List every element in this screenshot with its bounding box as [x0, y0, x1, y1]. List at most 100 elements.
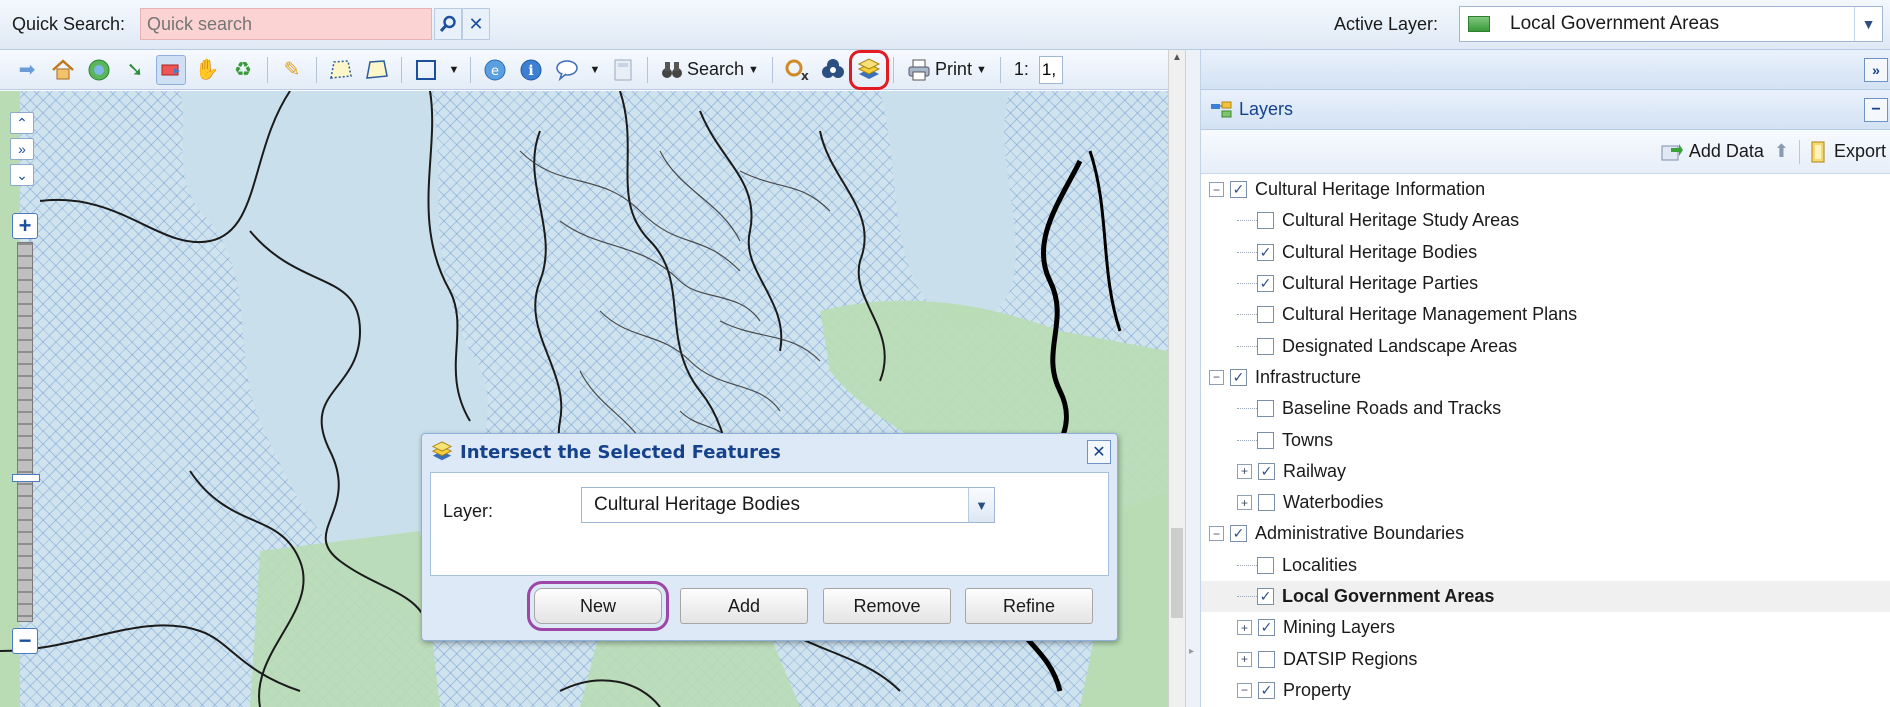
collapse-node-icon[interactable]: − [1209, 369, 1224, 385]
layer-tree-row[interactable]: − ✓ Cultural Heritage Information [1201, 174, 1890, 205]
new-button[interactable]: New [527, 581, 669, 631]
expand-node-icon[interactable]: + [1237, 495, 1252, 511]
layer-tree-row[interactable]: Localities [1201, 550, 1890, 581]
pan-up-icon[interactable]: ⌃ [10, 112, 34, 134]
splitter-grip-icon[interactable]: ▸ [1189, 646, 1194, 657]
pan-down-icon[interactable]: ⌄ [10, 164, 34, 186]
add-data-button[interactable]: Add Data [1661, 141, 1764, 162]
chevron-down-icon[interactable]: ▼ [588, 55, 602, 85]
export-label: Export [1833, 141, 1886, 161]
expand-node-icon[interactable]: + [1237, 620, 1252, 636]
tree-connector [1237, 596, 1257, 597]
chevron-down-icon[interactable]: ▼ [447, 55, 461, 85]
collapse-node-icon[interactable]: − [1209, 182, 1224, 198]
pencil-icon[interactable]: ✎ [277, 55, 307, 85]
export-button[interactable]: Export [1810, 141, 1886, 163]
layer-tree-row[interactable]: Cultural Heritage Management Plans [1201, 299, 1890, 330]
layer-label: Property [1283, 679, 1352, 700]
clear-selection-icon[interactable]: x [782, 55, 812, 85]
layer-tree-row[interactable]: + Waterbodies [1201, 487, 1890, 518]
search-menu[interactable]: Search ▼ [657, 59, 763, 80]
layer-checkbox[interactable]: ✓ [1258, 462, 1275, 480]
layer-tree-row[interactable]: ✓ Cultural Heritage Parties [1201, 268, 1890, 299]
quick-search-input[interactable] [140, 8, 432, 40]
layer-tree-row[interactable]: − ✓ Infrastructure [1201, 362, 1890, 393]
expand-node-icon[interactable]: + [1237, 651, 1252, 667]
export-icon [1811, 141, 1825, 162]
layer-tree-row[interactable]: − ✓ Property [1201, 675, 1890, 706]
layer-tree-row[interactable]: + DATSIP Regions [1201, 643, 1890, 674]
dialog-layer-select[interactable]: Cultural Heritage Bodies ▼ [581, 487, 995, 523]
move-up-icon[interactable]: ⬆ [1774, 141, 1789, 162]
collapse-icon[interactable]: − [1864, 98, 1888, 122]
layer-tree-row[interactable]: ✓ Cultural Heritage Bodies [1201, 237, 1890, 268]
chevron-down-icon[interactable]: ▼ [968, 488, 994, 522]
layer-tree-row[interactable]: Towns [1201, 424, 1890, 455]
draw-polygon-icon[interactable] [326, 55, 356, 85]
layer-tree-row[interactable]: − ✓ Administrative Boundaries [1201, 518, 1890, 549]
identify-globe-icon[interactable]: e [480, 55, 510, 85]
layer-tree-row[interactable]: ✓ Local Government Areas [1201, 580, 1890, 613]
zoom-in-button[interactable]: + [12, 213, 38, 239]
refine-button[interactable]: Refine [965, 588, 1093, 624]
intersect-features-icon [431, 441, 453, 461]
comment-icon[interactable] [552, 55, 582, 85]
layer-checkbox[interactable]: ✓ [1257, 275, 1274, 293]
calculator-icon[interactable] [608, 55, 638, 85]
zoom-slider-handle[interactable] [12, 474, 40, 482]
layer-checkbox[interactable] [1257, 212, 1274, 230]
layer-tree-row[interactable]: Cultural Heritage Study Areas [1201, 205, 1890, 236]
layer-checkbox[interactable]: ✓ [1257, 588, 1274, 605]
zoom-slider[interactable] [17, 242, 33, 622]
layer-checkbox[interactable] [1257, 306, 1274, 324]
layer-tree-row[interactable]: + ✓ Railway [1201, 456, 1890, 487]
layer-checkbox[interactable] [1258, 494, 1275, 512]
close-icon[interactable]: ✕ [1087, 440, 1111, 464]
dialog-header[interactable]: Intersect the Selected Features ✕ [422, 434, 1117, 470]
print-menu[interactable]: Print ▼ [903, 59, 991, 81]
collapse-node-icon[interactable]: − [1209, 526, 1224, 542]
scrollbar-thumb[interactable] [1171, 528, 1183, 618]
scroll-up-icon[interactable]: ▲ [1172, 52, 1182, 63]
layer-checkbox[interactable]: ✓ [1257, 243, 1274, 261]
layer-checkbox[interactable] [1258, 650, 1275, 668]
full-extent-icon[interactable] [84, 55, 114, 85]
scale-input[interactable] [1038, 55, 1063, 84]
select-tool-icon[interactable] [156, 54, 186, 85]
layer-checkbox[interactable] [1257, 400, 1274, 418]
select-features-icon[interactable]: ➘ [120, 55, 150, 85]
intersect-features-icon[interactable] [848, 49, 889, 90]
edit-polygon-icon[interactable] [362, 55, 392, 85]
collapse-node-icon[interactable]: − [1237, 682, 1252, 698]
layer-checkbox[interactable]: ✓ [1258, 619, 1275, 637]
layer-checkbox[interactable] [1257, 431, 1274, 449]
select-rectangle-icon[interactable] [411, 55, 441, 85]
layer-tree-row[interactable]: Baseline Roads and Tracks [1201, 393, 1890, 424]
refresh-icon[interactable]: ♻ [228, 55, 258, 85]
pan-hand-icon[interactable]: ✋ [192, 55, 222, 85]
add-button[interactable]: Add [680, 588, 808, 624]
layer-checkbox[interactable]: ✓ [1230, 368, 1247, 386]
layer-checkbox[interactable] [1257, 556, 1274, 574]
layer-checkbox[interactable]: ✓ [1230, 181, 1247, 199]
layer-tree-row[interactable]: Designated Landscape Areas [1201, 330, 1890, 361]
pan-left-icon[interactable]: ➡ [12, 55, 42, 85]
layer-tree-row[interactable]: + ✓ Mining Layers [1201, 612, 1890, 643]
remove-button[interactable]: Remove [823, 588, 951, 624]
info-icon[interactable]: i [516, 55, 546, 85]
clear-search-icon[interactable]: ✕ [462, 8, 490, 40]
panel-splitter[interactable]: ▸ [1185, 50, 1201, 707]
expand-panel-icon[interactable]: » [1864, 58, 1888, 82]
buffer-icon[interactable] [818, 55, 848, 85]
pan-right-icon[interactable]: » [10, 138, 34, 160]
chevron-down-icon[interactable]: ▼ [1854, 7, 1882, 41]
layer-checkbox[interactable]: ✓ [1258, 681, 1275, 699]
active-layer-select[interactable]: Local Government Areas ▼ [1459, 6, 1883, 42]
layer-checkbox[interactable]: ✓ [1230, 525, 1247, 543]
zoom-out-button[interactable]: − [12, 628, 38, 654]
map-scrollbar[interactable]: ▲ [1168, 50, 1185, 707]
home-icon[interactable] [48, 55, 78, 85]
layer-checkbox[interactable] [1257, 337, 1274, 355]
expand-node-icon[interactable]: + [1237, 463, 1252, 479]
search-icon[interactable] [434, 8, 462, 40]
